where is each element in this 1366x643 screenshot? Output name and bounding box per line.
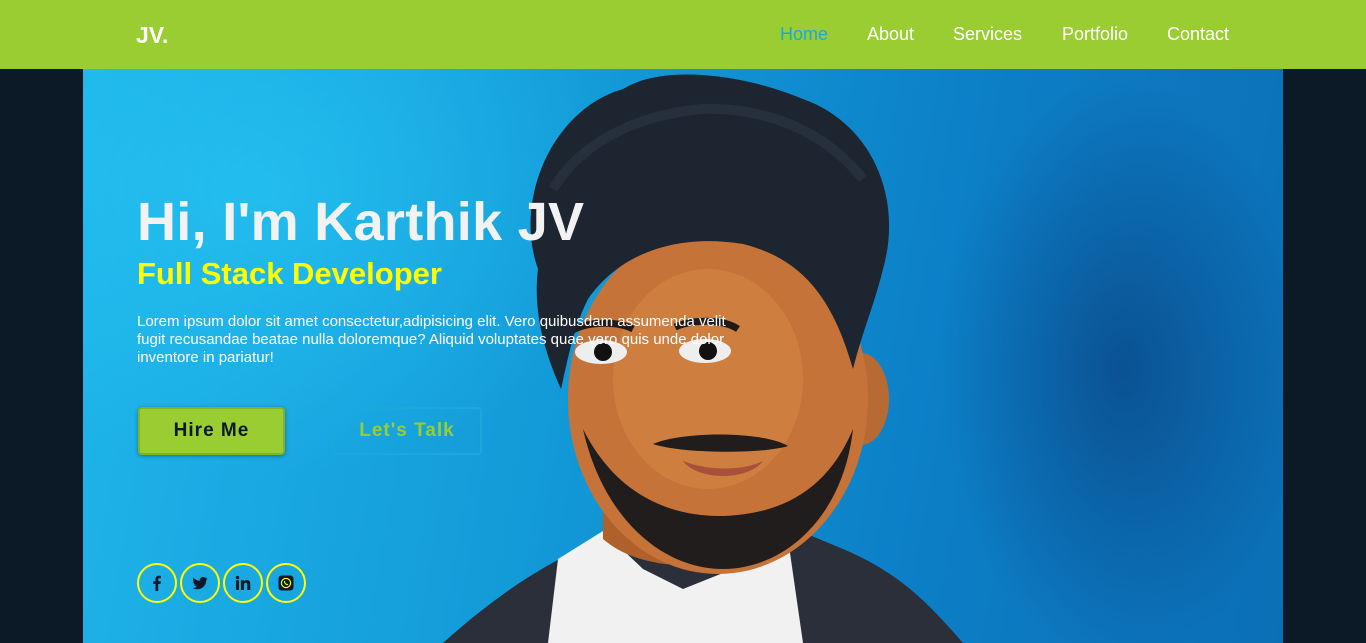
hire-me-button[interactable]: Hire Me <box>138 407 285 455</box>
hero-section: Hi, I'm Karthik JV Full Stack Developer … <box>83 69 1283 643</box>
navbar: JV. Home About Services Portfolio Contac… <box>0 0 1366 69</box>
twitter-icon <box>192 577 208 590</box>
nav-link-about[interactable]: About <box>867 24 914 45</box>
hero-description: Lorem ipsum dolor sit amet consectetur,a… <box>137 313 726 366</box>
whatsapp-link[interactable] <box>266 563 306 603</box>
nav-link-home[interactable]: Home <box>780 24 828 45</box>
social-links <box>137 563 317 603</box>
nav-link-services[interactable]: Services <box>953 24 1022 45</box>
hero-subtitle: Full Stack Developer <box>137 256 442 291</box>
lets-talk-button[interactable]: Let's Talk <box>332 407 482 455</box>
facebook-link[interactable] <box>137 563 177 603</box>
nav-link-portfolio[interactable]: Portfolio <box>1062 24 1128 45</box>
facebook-icon <box>153 575 161 591</box>
linkedin-link[interactable] <box>223 563 263 603</box>
nav-menu: Home About Services Portfolio Contact <box>0 24 1366 46</box>
nav-link-contact[interactable]: Contact <box>1167 24 1229 45</box>
hero-title: Hi, I'm Karthik JV <box>137 192 585 252</box>
whatsapp-icon <box>278 575 294 591</box>
linkedin-icon <box>235 575 251 590</box>
twitter-link[interactable] <box>180 563 220 603</box>
